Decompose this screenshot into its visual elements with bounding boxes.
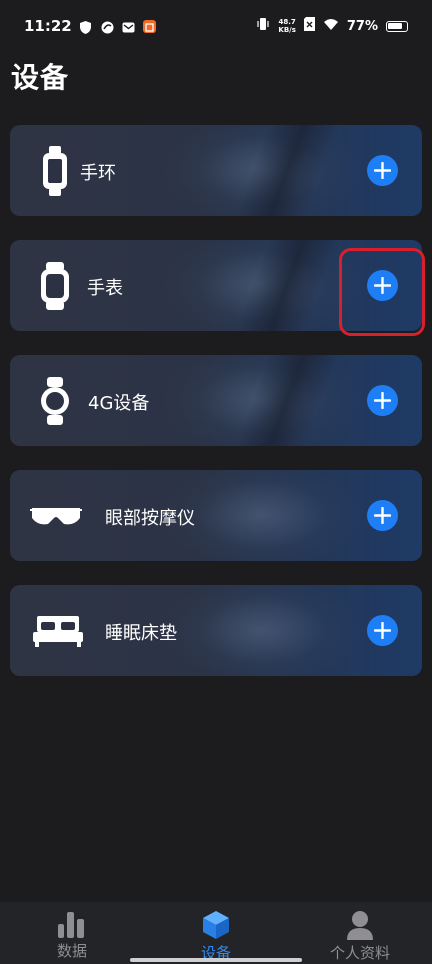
orange-app-icon [142, 19, 156, 33]
band-icon [30, 145, 80, 197]
device-screen: 11:22 48.7 KB/s 77% 设备 手环 手表 4G设备 眼部按摩仪 … [0, 0, 432, 964]
round-watch-icon [30, 375, 80, 427]
plus-icon [374, 392, 391, 409]
message-icon [122, 20, 135, 33]
device-list: 手环 手表 4G设备 眼部按摩仪 睡眠床垫 [10, 125, 422, 700]
highlight-annotation [339, 248, 425, 336]
device-card-eye-massager[interactable]: 眼部按摩仪 [10, 470, 422, 561]
status-bar: 11:22 48.7 KB/s 77% [0, 0, 432, 52]
add-eye-massager-button[interactable] [367, 500, 398, 531]
net-speed-unit: KB/s [278, 26, 296, 34]
bed-icon [30, 605, 86, 657]
shield-icon [79, 20, 93, 34]
bar-chart-icon [58, 912, 84, 938]
tab-device[interactable]: 设备 [144, 902, 288, 964]
device-card-4g[interactable]: 4G设备 [10, 355, 422, 446]
status-left: 11:22 [24, 17, 156, 35]
status-time: 11:22 [24, 17, 72, 35]
home-indicator [130, 958, 302, 962]
plus-icon [374, 622, 391, 639]
no-sim-icon [303, 17, 315, 35]
mattress-photo [162, 585, 362, 676]
cube-icon [203, 911, 229, 939]
status-right: 48.7 KB/s 77% [256, 17, 408, 35]
plus-icon [374, 507, 391, 524]
battery-percent: 77% [346, 18, 378, 34]
watch-icon [30, 260, 80, 312]
add-4g-device-button[interactable] [367, 385, 398, 416]
device-card-mattress[interactable]: 睡眠床垫 [10, 585, 422, 676]
tab-label-data: 数据 [56, 942, 87, 960]
tab-label-profile: 个人资料 [329, 944, 390, 962]
eye-mask-icon [28, 490, 84, 542]
net-speed-value: 48.7 [278, 18, 296, 26]
device-label-watch: 手表 [87, 278, 123, 299]
tab-data[interactable]: 数据 [0, 902, 144, 964]
device-label-band: 手环 [80, 163, 116, 184]
device-label-eye-massager: 眼部按摩仪 [105, 508, 195, 529]
plus-icon [374, 162, 391, 179]
add-band-button[interactable] [367, 155, 398, 186]
tab-profile[interactable]: 个人资料 [288, 902, 432, 964]
device-label-mattress: 睡眠床垫 [105, 623, 177, 644]
bottom-tab-bar: 数据 设备 个人资料 [0, 902, 432, 964]
device-label-4g: 4G设备 [88, 393, 150, 414]
page-title: 设备 [11, 61, 70, 94]
app-notification-icon [101, 20, 114, 33]
person-icon [347, 911, 373, 940]
vibrate-icon [256, 17, 270, 35]
battery-icon [386, 20, 408, 32]
wifi-icon [323, 18, 339, 35]
device-card-band[interactable]: 手环 [10, 125, 422, 216]
net-speed: 48.7 KB/s [278, 18, 295, 34]
add-mattress-button[interactable] [367, 615, 398, 646]
